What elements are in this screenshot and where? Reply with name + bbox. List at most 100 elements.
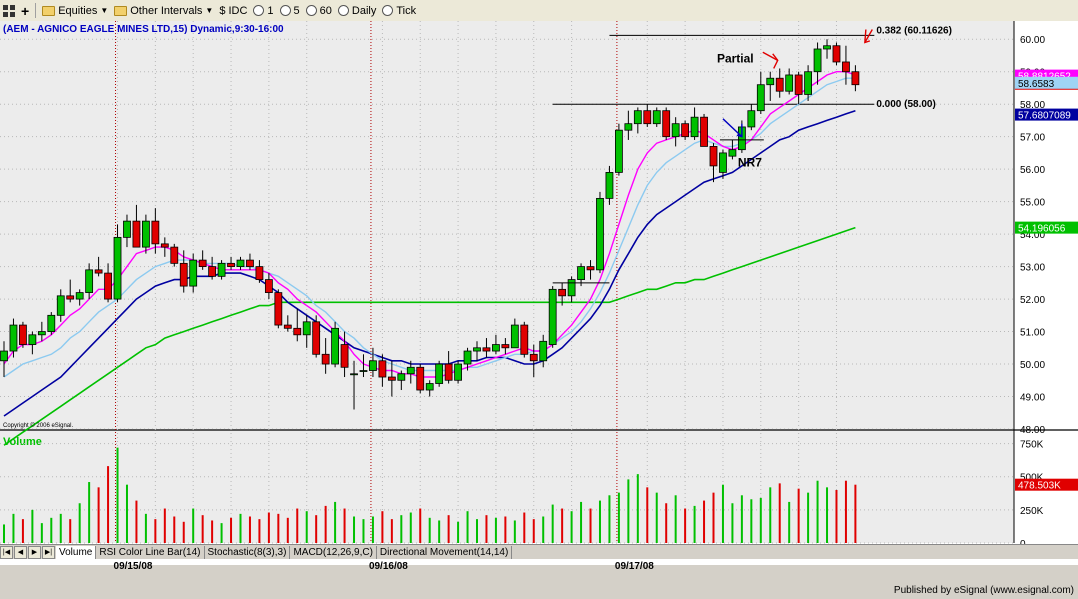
tab-scroll-left-icon[interactable]: ◀ [14,545,27,559]
candle-body [681,123,690,138]
interval-1-radio[interactable]: 1 [250,1,276,20]
candle-body [236,259,245,268]
interval-daily-label: Daily [351,4,377,17]
candle-body [416,366,425,391]
candle-body [558,288,567,297]
add-icon[interactable]: + [18,1,32,20]
tab-scroll-right-icon[interactable]: ▶ [28,545,41,559]
candle-body [160,243,169,248]
candle-body [804,71,812,95]
intervals-label: Other Intervals [130,4,203,17]
volume-last-text: 478.503K [1018,481,1061,492]
candle-body [104,272,112,300]
candle-body [85,269,94,293]
candle-body [605,172,614,199]
candle-body [151,220,160,245]
candle-body [482,347,491,352]
grid-icon[interactable] [0,1,18,20]
candle-body [700,116,708,147]
interval-5-label: 5 [293,4,300,17]
candle-body [643,110,652,125]
candle-body [529,353,538,362]
volume-label: Volume [3,436,42,448]
candle-body [719,152,727,173]
tab-rsi[interactable]: RSI Color Line Bar(14) [96,545,205,559]
interval-tick-radio[interactable]: Tick [379,1,419,20]
last-value-text: 57.6807089 [1018,111,1071,122]
candle-body [785,74,794,92]
candle-body [425,383,434,391]
candle-body [690,116,699,138]
interval-5-radio[interactable]: 5 [277,1,303,20]
toolbar-divider [35,3,37,18]
toolbar: + Equities ▼ Other Intervals ▼ $ IDC 1 5… [0,0,1078,22]
idc-label: IDC [228,4,248,17]
radio-icon [279,5,291,16]
candle-body [406,366,415,375]
idc-button[interactable]: $ IDC [216,1,250,20]
last-value-text: 58.6583 [1018,79,1055,90]
equities-menu[interactable]: Equities ▼ [39,1,111,20]
candle-body [283,324,292,329]
candle-body [141,220,150,248]
radio-icon [305,5,317,16]
dropdown-arrow-icon: ▼ [205,6,214,15]
interval-1-label: 1 [267,4,274,17]
price-tick-label: 48.00 [1020,425,1045,436]
candle-body [94,269,103,274]
candle-body [170,246,179,264]
last-value-badge: 54.196056 [1015,221,1078,235]
price-tick-label: 50.00 [1020,360,1045,371]
fib-label-000: 0.000 (58.00) [876,99,936,110]
tab-scroll-last-icon[interactable]: ▶| [42,545,55,559]
indicator-tab-bar: |◀ ◀ ▶ ▶| Volume RSI Color Line Bar(14) … [0,544,1078,559]
candle-body [567,279,576,297]
candle-body [75,292,84,300]
interval-60-label: 60 [319,4,332,17]
interval-daily-radio[interactable]: Daily [335,1,379,20]
price-tick-label: 52.00 [1020,295,1045,306]
candle-body [198,259,207,268]
candle-body [539,340,548,362]
price-tick-label: 53.00 [1020,263,1045,274]
interval-60-radio[interactable]: 60 [303,1,335,20]
candle-body [217,262,226,277]
candle-body [492,344,500,352]
footer: Published by eSignal (www.esignal.com) [0,584,1078,599]
volume-tick-label: 250K [1020,506,1044,517]
candle-body [756,84,765,112]
candle-body [454,363,462,381]
price-chart[interactable]: 48.0049.0050.0051.0052.0053.0054.0055.00… [0,21,1078,584]
candle-body [851,71,860,86]
candle-body [624,123,633,131]
tab-stochastic[interactable]: Stochastic(8(3),3) [205,545,291,559]
candle-body [473,347,481,352]
candle-body [19,324,27,345]
folder-icon [42,5,56,16]
tab-scroll-first-icon[interactable]: |◀ [0,545,13,559]
candle-body [520,324,529,355]
candle-body [123,220,131,238]
date-tick-label: 09/17/08 [615,561,654,572]
candle-body [596,197,604,271]
tab-directional-movement[interactable]: Directional Movement(14,14) [377,545,513,559]
candle-body [813,48,822,73]
radio-icon [253,5,265,16]
volume-tick-label: 750K [1020,440,1044,451]
price-tick-label: 51.00 [1020,328,1045,339]
tab-volume[interactable]: Volume [56,545,97,559]
candle-body [227,262,235,268]
tab-macd[interactable]: MACD(12,26,9,C) [290,545,377,559]
equities-label: Equities [58,4,98,17]
candle-body [179,262,188,287]
candle-body [662,110,671,138]
candle-body [823,45,831,50]
candle-body [728,149,737,157]
candle-body [671,123,680,138]
candle-body [435,363,444,384]
candle-body [56,295,65,316]
candle-body [501,344,510,349]
other-intervals-menu[interactable]: Other Intervals ▼ [111,1,216,20]
annotation-partial: Partial [717,52,754,66]
radio-icon [382,5,394,16]
